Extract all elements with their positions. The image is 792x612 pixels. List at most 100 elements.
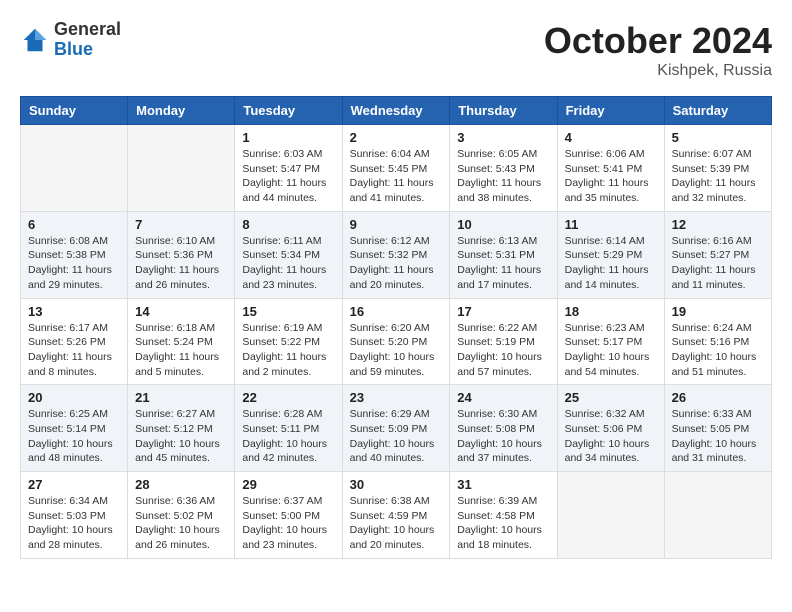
day-number: 17: [457, 304, 549, 319]
day-detail: Sunrise: 6:30 AM Sunset: 5:08 PM Dayligh…: [457, 407, 549, 466]
calendar-week-row: 1Sunrise: 6:03 AM Sunset: 5:47 PM Daylig…: [21, 125, 772, 212]
calendar-cell: 31Sunrise: 6:39 AM Sunset: 4:58 PM Dayli…: [450, 472, 557, 559]
calendar-cell: 7 Sunrise: 6:10 AM Sunset: 5:36 PM Daylig…: [128, 211, 235, 298]
calendar-cell: 14Sunrise: 6:18 AM Sunset: 5:24 PM Dayli…: [128, 298, 235, 385]
day-number: 13: [28, 304, 120, 319]
day-detail: Sunrise: 6:22 AM Sunset: 5:19 PM Dayligh…: [457, 321, 549, 380]
day-detail: Sunrise: 6:16 AM Sunset: 5:27 PM Dayligh…: [672, 234, 764, 293]
title-block: October 2024 Kishpek, Russia: [544, 20, 772, 80]
day-detail: Sunrise: 6:13 AM Sunset: 5:31 PM Dayligh…: [457, 234, 549, 293]
calendar-cell: 8 Sunrise: 6:11 AM Sunset: 5:34 PM Daylig…: [235, 211, 342, 298]
weekday-header: Tuesday: [235, 97, 342, 125]
calendar-cell: 23 Sunrise: 6:29 AM Sunset: 5:09 PM Dayli…: [342, 385, 450, 472]
day-number: 19: [672, 304, 764, 319]
calendar-week-row: 27 Sunrise: 6:34 AM Sunset: 5:03 PM Dayli…: [21, 472, 772, 559]
day-detail: Sunrise: 6:23 AM Sunset: 5:17 PM Dayligh…: [565, 321, 657, 380]
calendar-title: October 2024: [544, 20, 772, 62]
day-number: 18: [565, 304, 657, 319]
calendar-week-row: 13 Sunrise: 6:17 AM Sunset: 5:26 PM Dayli…: [21, 298, 772, 385]
day-number: 21: [135, 390, 227, 405]
day-number: 10: [457, 217, 549, 232]
weekday-header: Monday: [128, 97, 235, 125]
day-detail: Sunrise: 6:07 AM Sunset: 5:39 PM Dayligh…: [672, 147, 764, 206]
day-detail: Sunrise: 6:27 AM Sunset: 5:12 PM Dayligh…: [135, 407, 227, 466]
calendar-cell: 5 Sunrise: 6:07 AM Sunset: 5:39 PM Daylig…: [664, 125, 771, 212]
day-number: 3: [457, 130, 549, 145]
calendar-cell: 9 Sunrise: 6:12 AM Sunset: 5:32 PM Daylig…: [342, 211, 450, 298]
day-detail: Sunrise: 6:19 AM Sunset: 5:22 PM Dayligh…: [242, 321, 334, 380]
day-number: 23: [350, 390, 443, 405]
day-detail: Sunrise: 6:38 AM Sunset: 4:59 PM Dayligh…: [350, 494, 443, 553]
calendar-cell: 6 Sunrise: 6:08 AM Sunset: 5:38 PM Daylig…: [21, 211, 128, 298]
calendar-cell: 1Sunrise: 6:03 AM Sunset: 5:47 PM Daylig…: [235, 125, 342, 212]
day-number: 6: [28, 217, 120, 232]
day-number: 7: [135, 217, 227, 232]
calendar-cell: 16 Sunrise: 6:20 AM Sunset: 5:20 PM Dayli…: [342, 298, 450, 385]
calendar-week-row: 20Sunrise: 6:25 AM Sunset: 5:14 PM Dayli…: [21, 385, 772, 472]
calendar-cell: 13 Sunrise: 6:17 AM Sunset: 5:26 PM Dayli…: [21, 298, 128, 385]
day-detail: Sunrise: 6:20 AM Sunset: 5:20 PM Dayligh…: [350, 321, 443, 380]
day-detail: Sunrise: 6:18 AM Sunset: 5:24 PM Dayligh…: [135, 321, 227, 380]
page-header: General Blue October 2024 Kishpek, Russi…: [20, 20, 772, 80]
day-detail: Sunrise: 6:10 AM Sunset: 5:36 PM Dayligh…: [135, 234, 227, 293]
day-number: 2: [350, 130, 443, 145]
day-detail: Sunrise: 6:29 AM Sunset: 5:09 PM Dayligh…: [350, 407, 443, 466]
calendar-cell: 25 Sunrise: 6:32 AM Sunset: 5:06 PM Dayli…: [557, 385, 664, 472]
day-detail: Sunrise: 6:05 AM Sunset: 5:43 PM Dayligh…: [457, 147, 549, 206]
day-number: 30: [350, 477, 443, 492]
day-detail: Sunrise: 6:11 AM Sunset: 5:34 PM Dayligh…: [242, 234, 334, 293]
logo-general-text: General: [54, 20, 121, 40]
calendar-cell: 2 Sunrise: 6:04 AM Sunset: 5:45 PM Daylig…: [342, 125, 450, 212]
day-detail: Sunrise: 6:17 AM Sunset: 5:26 PM Dayligh…: [28, 321, 120, 380]
day-number: 27: [28, 477, 120, 492]
calendar-cell: 19Sunrise: 6:24 AM Sunset: 5:16 PM Dayli…: [664, 298, 771, 385]
day-detail: Sunrise: 6:14 AM Sunset: 5:29 PM Dayligh…: [565, 234, 657, 293]
day-number: 25: [565, 390, 657, 405]
calendar-cell: [128, 125, 235, 212]
weekday-header: Friday: [557, 97, 664, 125]
calendar-cell: 18 Sunrise: 6:23 AM Sunset: 5:17 PM Dayli…: [557, 298, 664, 385]
weekday-header: Wednesday: [342, 97, 450, 125]
day-number: 15: [242, 304, 334, 319]
day-number: 28: [135, 477, 227, 492]
day-detail: Sunrise: 6:12 AM Sunset: 5:32 PM Dayligh…: [350, 234, 443, 293]
calendar-cell: [664, 472, 771, 559]
day-detail: Sunrise: 6:37 AM Sunset: 5:00 PM Dayligh…: [242, 494, 334, 553]
calendar-header-row: SundayMondayTuesdayWednesdayThursdayFrid…: [21, 97, 772, 125]
logo-icon: [20, 25, 50, 55]
calendar-cell: 10 Sunrise: 6:13 AM Sunset: 5:31 PM Dayli…: [450, 211, 557, 298]
calendar-cell: 20Sunrise: 6:25 AM Sunset: 5:14 PM Dayli…: [21, 385, 128, 472]
day-detail: Sunrise: 6:25 AM Sunset: 5:14 PM Dayligh…: [28, 407, 120, 466]
calendar-cell: 28 Sunrise: 6:36 AM Sunset: 5:02 PM Dayli…: [128, 472, 235, 559]
calendar-table: SundayMondayTuesdayWednesdayThursdayFrid…: [20, 96, 772, 559]
day-number: 5: [672, 130, 764, 145]
calendar-cell: 17 Sunrise: 6:22 AM Sunset: 5:19 PM Dayli…: [450, 298, 557, 385]
day-detail: Sunrise: 6:32 AM Sunset: 5:06 PM Dayligh…: [565, 407, 657, 466]
calendar-cell: 22Sunrise: 6:28 AM Sunset: 5:11 PM Dayli…: [235, 385, 342, 472]
day-number: 26: [672, 390, 764, 405]
calendar-cell: 27 Sunrise: 6:34 AM Sunset: 5:03 PM Dayli…: [21, 472, 128, 559]
calendar-cell: [557, 472, 664, 559]
day-number: 8: [242, 217, 334, 232]
calendar-week-row: 6 Sunrise: 6:08 AM Sunset: 5:38 PM Daylig…: [21, 211, 772, 298]
day-detail: Sunrise: 6:33 AM Sunset: 5:05 PM Dayligh…: [672, 407, 764, 466]
day-number: 24: [457, 390, 549, 405]
day-detail: Sunrise: 6:08 AM Sunset: 5:38 PM Dayligh…: [28, 234, 120, 293]
calendar-cell: 3 Sunrise: 6:05 AM Sunset: 5:43 PM Daylig…: [450, 125, 557, 212]
calendar-cell: 24 Sunrise: 6:30 AM Sunset: 5:08 PM Dayli…: [450, 385, 557, 472]
weekday-header: Saturday: [664, 97, 771, 125]
day-number: 9: [350, 217, 443, 232]
calendar-cell: 15 Sunrise: 6:19 AM Sunset: 5:22 PM Dayli…: [235, 298, 342, 385]
calendar-cell: 12 Sunrise: 6:16 AM Sunset: 5:27 PM Dayli…: [664, 211, 771, 298]
day-number: 22: [242, 390, 334, 405]
day-number: 16: [350, 304, 443, 319]
day-number: 11: [565, 217, 657, 232]
day-detail: Sunrise: 6:04 AM Sunset: 5:45 PM Dayligh…: [350, 147, 443, 206]
day-detail: Sunrise: 6:36 AM Sunset: 5:02 PM Dayligh…: [135, 494, 227, 553]
logo-blue-text: Blue: [54, 40, 121, 60]
day-detail: Sunrise: 6:34 AM Sunset: 5:03 PM Dayligh…: [28, 494, 120, 553]
logo: General Blue: [20, 20, 121, 60]
day-number: 12: [672, 217, 764, 232]
calendar-cell: 29Sunrise: 6:37 AM Sunset: 5:00 PM Dayli…: [235, 472, 342, 559]
day-number: 31: [457, 477, 549, 492]
